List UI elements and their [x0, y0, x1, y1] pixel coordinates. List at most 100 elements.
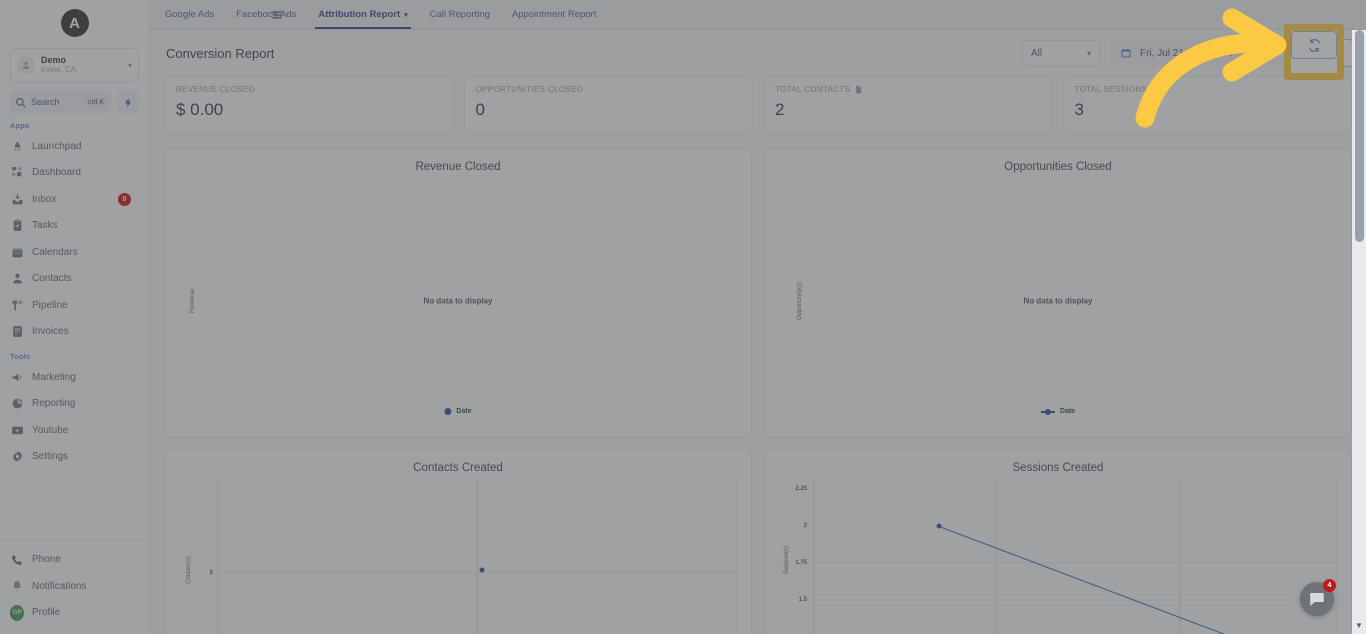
page-header: Conversion Report All ▾ Fri, Jul 21st - …	[150, 30, 1366, 76]
stat-cards-row: REVENUE CLOSED $ 0.00 OPPORTUNITIES CLOS…	[150, 76, 1366, 138]
tab-facebook-ads[interactable]: Facebook Ads	[225, 0, 307, 29]
tasks-icon	[10, 219, 24, 233]
chart-body: Session(s) 2.25 2 1.75 1.5 1.25	[765, 474, 1351, 634]
sidebar-item-marketing[interactable]: Marketing	[0, 364, 149, 391]
sidebar-item-pipeline[interactable]: Pipeline	[0, 292, 149, 319]
stat-label-row: TOTAL CONTACTS	[775, 85, 1041, 94]
sidebar-item-label: Tasks	[32, 220, 58, 232]
account-location: Irvine, CA	[41, 64, 77, 74]
chart-row-top: Revenue Closed Revenue No data to displa…	[164, 148, 1352, 438]
avatar-icon: GP	[10, 604, 24, 621]
tab-call-reporting[interactable]: Call Reporting	[419, 0, 501, 29]
account-avatar-icon	[17, 56, 35, 74]
chevron-down-icon: ▾	[1086, 48, 1091, 58]
y-axis-label: Revenue	[190, 288, 197, 314]
vertical-scrollbar-thumb[interactable]	[1355, 30, 1364, 242]
search-row: Search ctrl K	[10, 90, 139, 114]
page-title: Conversion Report	[166, 45, 275, 61]
chevron-down-icon: ▾	[127, 60, 132, 70]
sidebar-item-contacts[interactable]: Contacts	[0, 266, 149, 293]
pipeline-icon	[10, 298, 24, 312]
account-switcher[interactable]: Demo Irvine, CA ▾	[10, 48, 139, 82]
sessions-created-plot	[813, 480, 1337, 634]
sidebar-item-profile[interactable]: GP Profile	[0, 600, 149, 627]
sidebar-item-label: Profile	[32, 607, 61, 619]
chat-widget-button[interactable]: 4	[1300, 579, 1336, 616]
scroll-down-arrow-icon[interactable]: ▼	[1354, 622, 1364, 630]
sidebar-item-label: Dashboard	[32, 167, 81, 179]
sidebar-item-settings[interactable]: Settings	[0, 444, 149, 471]
refresh-button-highlighted[interactable]	[1291, 31, 1337, 59]
data-point	[479, 567, 485, 573]
phone-icon	[10, 553, 24, 567]
sidebar-item-label: Inbox	[32, 193, 57, 205]
chart-title: Revenue Closed	[415, 161, 501, 173]
sidebar-item-label: Settings	[32, 451, 69, 463]
chart-body: Contact(s) 2	[165, 474, 751, 634]
sidebar-item-tasks[interactable]: Tasks	[0, 213, 149, 240]
report-tab-bar: Google Ads Facebook Ads Attribution Repo…	[150, 0, 1366, 30]
sidebar-item-label: Phone	[32, 554, 61, 566]
sidebar-item-phone[interactable]: Phone	[0, 547, 149, 574]
sidebar-item-dashboard[interactable]: Dashboard	[0, 160, 149, 187]
tab-label: Facebook Ads	[236, 9, 297, 20]
sidebar-item-youtube[interactable]: Youtube	[0, 417, 149, 444]
sidebar-item-notifications[interactable]: Notifications	[0, 573, 149, 600]
legend-marker-icon	[1040, 408, 1055, 415]
y-tick: 1.5	[798, 596, 807, 603]
sidebar-item-label: Notifications	[32, 580, 87, 592]
y-tick: 2	[803, 523, 807, 530]
chart-legend: Date	[444, 408, 472, 415]
logo-icon: A	[60, 9, 89, 37]
sidebar-item-reporting[interactable]: Reporting	[0, 391, 149, 418]
tab-attribution-report[interactable]: Attribution Report ▾	[307, 0, 418, 29]
quick-action-button[interactable]	[117, 90, 139, 114]
search-input[interactable]: Search ctrl K	[10, 90, 112, 114]
legend-marker-icon	[444, 408, 452, 415]
y-axis-label: Opportunity(s)	[797, 281, 804, 321]
chart-contacts-created: Contacts Created Contact(s) 2	[164, 449, 752, 634]
stat-value: 0	[475, 100, 485, 119]
filter-select-value: All	[1031, 47, 1043, 59]
date-range-value: Fri, Jul 21st - Mon, A	[1140, 47, 1232, 59]
search-shortcut-badge: ctrl K	[85, 97, 107, 107]
sidebar-item-launchpad[interactable]: Launchpad	[0, 133, 149, 160]
y-axis-ticks: 2	[191, 480, 215, 634]
contacts-created-plot	[217, 480, 737, 634]
stat-label: OPPORTUNITIES CLOSED	[475, 85, 583, 94]
stat-card-total-sessions: TOTAL SESSIONS 3	[1062, 76, 1352, 133]
sidebar-item-label: Youtube	[32, 424, 69, 436]
app-logo[interactable]: A	[0, 0, 149, 46]
tab-appointment-report[interactable]: Appointment Report	[501, 0, 608, 29]
chart-body: Revenue No data to display Date	[165, 173, 751, 429]
sidebar-bottom: Phone Notifications GP Profile	[0, 539, 149, 634]
calendar-icon	[1121, 49, 1131, 58]
youtube-icon	[10, 423, 24, 437]
date-range-picker[interactable]: Fri, Jul 21st - Mon, A	[1110, 40, 1296, 66]
stat-card-total-contacts: TOTAL CONTACTS 2	[763, 76, 1053, 133]
stat-card-revenue-closed: REVENUE CLOSED $ 0.00	[164, 76, 454, 133]
chart-title: Opportunities Closed	[1004, 161, 1112, 173]
stat-value: $ 0.00	[176, 100, 224, 119]
y-tick: 2.25	[795, 486, 807, 493]
dashboard-icon	[10, 166, 24, 180]
inbox-icon	[10, 192, 24, 206]
legend-label: Date	[456, 408, 472, 415]
sidebar-item-invoices[interactable]: Invoices	[0, 319, 149, 346]
search-icon	[16, 97, 26, 107]
tab-google-ads[interactable]: Google Ads	[154, 0, 225, 29]
account-text: Demo Irvine, CA	[41, 56, 128, 74]
sidebar-item-label: Invoices	[32, 326, 69, 338]
sidebar-section-apps-label: Apps	[10, 121, 30, 130]
y-axis-ticks: 2.25 2 1.75 1.5 1.25	[785, 480, 809, 634]
legend-label: Date	[1059, 408, 1076, 415]
inbox-unread-badge: 0	[118, 192, 131, 206]
sidebar-item-calendars[interactable]: Calendars	[0, 239, 149, 266]
sidebar-item-label: Reporting	[32, 398, 76, 410]
filter-select[interactable]: All ▾	[1022, 40, 1100, 66]
megaphone-icon	[10, 370, 24, 384]
sidebar-item-inbox[interactable]: Inbox 0	[0, 186, 149, 213]
chart-legend: Date	[1040, 408, 1076, 415]
profile-initials: GP	[10, 604, 24, 621]
